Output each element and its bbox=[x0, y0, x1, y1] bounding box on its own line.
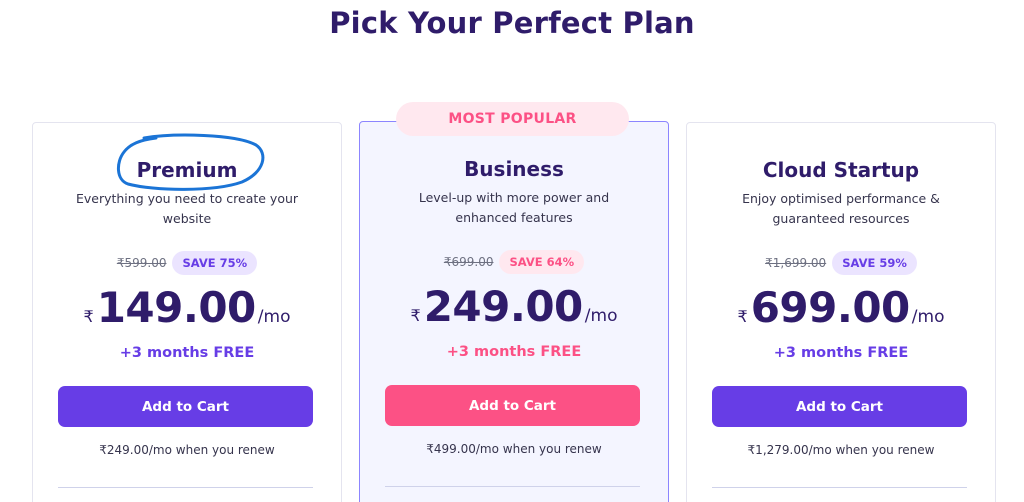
bonus-months: +3 months FREE bbox=[446, 344, 582, 360]
plan-description: Level-up with more power and enhanced fe… bbox=[418, 190, 610, 225]
discount-row: ₹599.00 SAVE 75% bbox=[33, 249, 341, 277]
currency-symbol: ₹ bbox=[410, 306, 421, 325]
original-price: ₹599.00 bbox=[116, 256, 167, 270]
plan-description: Everything you need to create your websi… bbox=[75, 191, 299, 226]
save-badge: SAVE 59% bbox=[832, 251, 917, 275]
most-popular-ribbon: MOST POPULAR bbox=[396, 102, 629, 136]
discount-row: ₹1,699.00 SAVE 59% bbox=[687, 249, 995, 277]
plan-card-premium: Premium Everything you need to create yo… bbox=[32, 122, 342, 502]
add-to-cart-button[interactable]: Add to Cart bbox=[58, 386, 313, 427]
price-amount: 249.00 bbox=[423, 282, 584, 331]
plan-name: Business bbox=[464, 157, 564, 181]
discount-row: ₹699.00 SAVE 64% bbox=[360, 248, 668, 276]
divider bbox=[712, 487, 967, 488]
save-badge: SAVE 64% bbox=[499, 250, 585, 274]
add-to-cart-button[interactable]: Add to Cart bbox=[712, 386, 967, 427]
price-period: /mo bbox=[584, 306, 618, 326]
original-price: ₹699.00 bbox=[443, 255, 494, 269]
divider bbox=[58, 487, 313, 488]
price-period: /mo bbox=[257, 307, 291, 327]
bonus-months: +3 months FREE bbox=[773, 345, 909, 361]
price-period: /mo bbox=[911, 307, 945, 327]
currency-symbol: ₹ bbox=[83, 307, 94, 326]
price-amount: 699.00 bbox=[750, 283, 911, 332]
pricing-page: Pick Your Perfect Plan MOST POPULAR Prem… bbox=[0, 0, 1024, 502]
current-price: ₹ 249.00 /mo bbox=[360, 282, 668, 331]
price-amount: 149.00 bbox=[96, 283, 257, 332]
bonus-months: +3 months FREE bbox=[119, 345, 255, 361]
currency-symbol: ₹ bbox=[737, 307, 748, 326]
plan-description: Enjoy optimised performance & guaranteed… bbox=[742, 191, 940, 226]
add-to-cart-button[interactable]: Add to Cart bbox=[385, 385, 640, 426]
save-badge: SAVE 75% bbox=[172, 251, 258, 275]
divider bbox=[385, 486, 640, 487]
plan-name: Premium bbox=[136, 158, 238, 182]
renewal-price: ₹249.00/mo when you renew bbox=[99, 443, 275, 457]
current-price: ₹ 699.00 /mo bbox=[687, 283, 995, 332]
current-price: ₹ 149.00 /mo bbox=[33, 283, 341, 332]
plan-card-business: Business Level-up with more power and en… bbox=[359, 121, 669, 502]
plan-card-cloud-startup: Cloud Startup Enjoy optimised performanc… bbox=[686, 122, 996, 502]
plan-name: Cloud Startup bbox=[762, 158, 920, 182]
renewal-price: ₹499.00/mo when you renew bbox=[426, 442, 602, 456]
original-price: ₹1,699.00 bbox=[765, 256, 827, 270]
renewal-price: ₹1,279.00/mo when you renew bbox=[747, 443, 935, 457]
page-title: Pick Your Perfect Plan bbox=[329, 6, 695, 40]
